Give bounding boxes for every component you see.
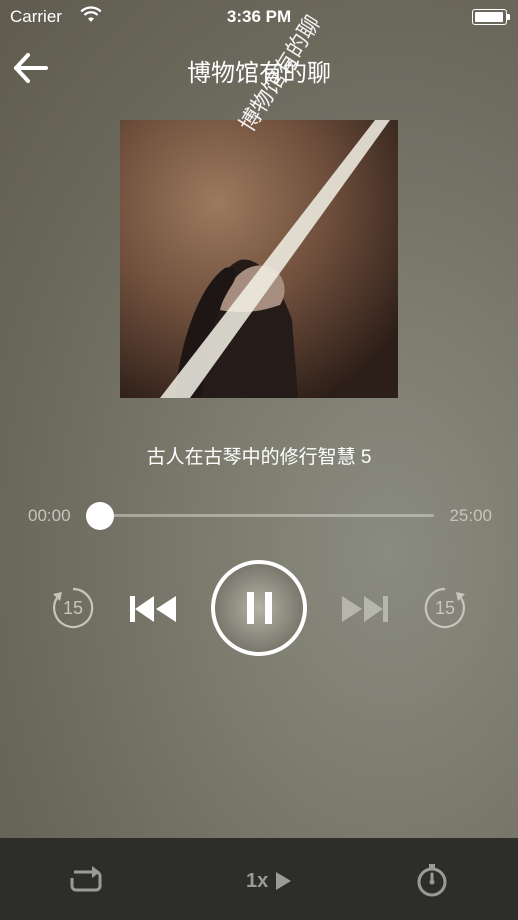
artwork-image (120, 120, 398, 398)
rewind-seconds-label: 15 (62, 598, 84, 618)
timer-icon (417, 864, 447, 897)
battery-icon (472, 9, 510, 25)
playback-speed-button[interactable]: 1x (240, 862, 298, 898)
album-artwork (120, 120, 398, 398)
elapsed-time: 00:00 (28, 506, 71, 525)
track-title: 古人在古琴中的修行智慧 5 (146, 447, 372, 468)
skip-back-icon (130, 596, 176, 622)
total-time: 25:00 (449, 506, 492, 525)
repeat-icon (70, 866, 102, 892)
sleep-timer-button[interactable] (414, 862, 450, 898)
progress-slider[interactable] (86, 514, 434, 517)
pause-icon (211, 560, 307, 656)
pause-button[interactable] (210, 559, 308, 657)
status-bar: Carrier 3:36 PM (0, 0, 518, 34)
clock: 3:36 PM (226, 7, 292, 26)
play-triangle-icon (276, 872, 291, 890)
repeat-button[interactable] (66, 864, 106, 896)
skip-forward-icon (342, 596, 388, 622)
forward-seconds-label: 15 (434, 598, 456, 618)
rewind-15-button[interactable]: 15 (51, 586, 95, 630)
forward-15-button[interactable]: 15 (423, 586, 467, 630)
previous-track-button[interactable] (128, 594, 180, 624)
progress-thumb[interactable] (85, 502, 114, 530)
next-track-button[interactable] (338, 594, 390, 624)
speed-label: 1x (246, 870, 269, 892)
